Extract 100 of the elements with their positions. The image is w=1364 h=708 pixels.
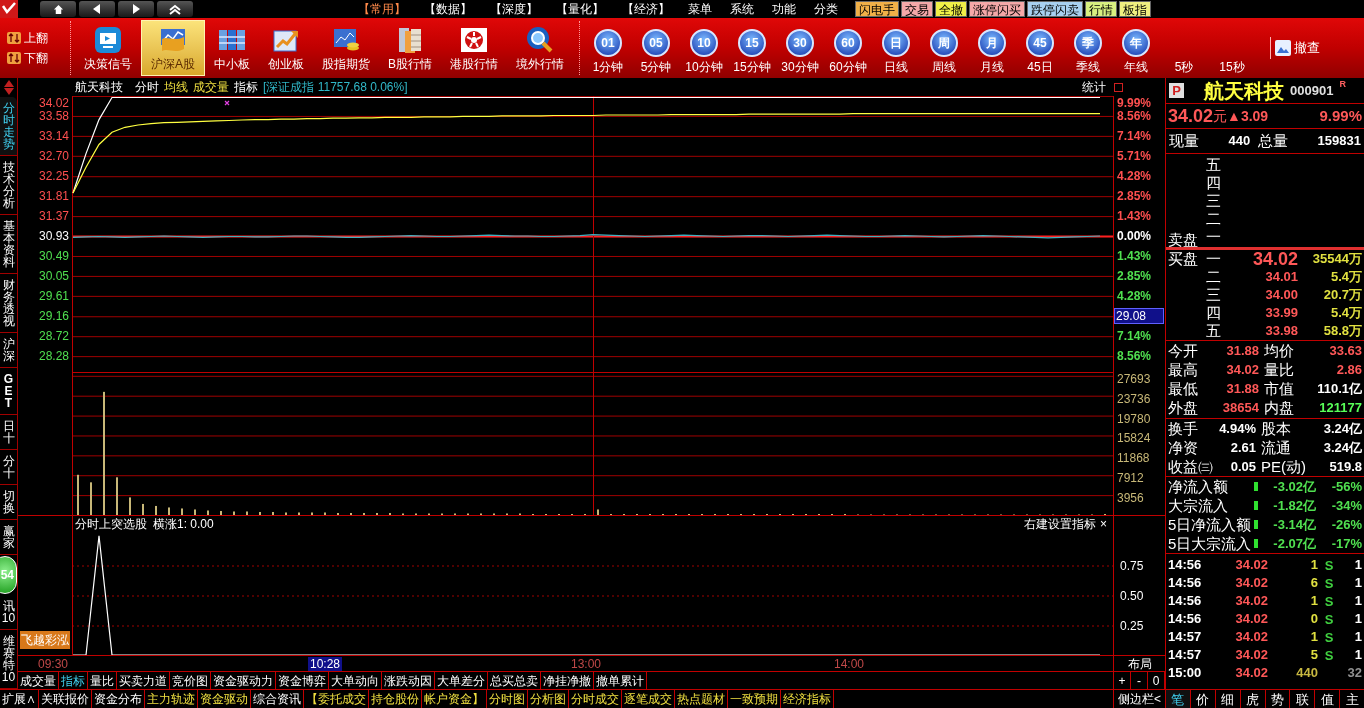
flow-percent: -26% (1331, 515, 1362, 534)
bid-price: 33.98 (1264, 322, 1298, 340)
field-label: 收益㈢ (1168, 457, 1214, 476)
trade-price: 34.02 (1234, 610, 1268, 628)
trade-count: 1 (1354, 556, 1362, 574)
ask-level: 五 (1206, 156, 1221, 174)
ask-level: 一 (1206, 228, 1221, 246)
field-label: 股本 (1261, 419, 1291, 438)
bid-price: 34.00 (1264, 286, 1298, 304)
field-value: 121177 (1319, 399, 1362, 417)
volume-axis-label: 3956 (1117, 491, 1144, 506)
indicator-axis-label: 0.25 (1120, 619, 1144, 633)
indicator-reading: 横涨1: 0.00 (153, 517, 214, 531)
field-value: 31.88 (1226, 380, 1259, 398)
price-axis-label: 32.70 (38, 148, 69, 163)
trade-volume: 440 (1295, 664, 1318, 682)
bid-level: 四 (1206, 304, 1222, 322)
field-value: 3.24亿 (1323, 419, 1362, 438)
trade-count: 1 (1354, 574, 1362, 592)
price-axis-label: 31.81 (38, 189, 69, 204)
percent-axis-label: 2.85% (1117, 189, 1152, 204)
volume-axis-label: 15824 (1117, 431, 1151, 446)
change-percent: 9.99% (1319, 105, 1362, 126)
ask-title: 卖盘 (1168, 231, 1198, 248)
price-axis-label: 31.37 (38, 209, 69, 224)
bid-level: 三 (1206, 286, 1222, 304)
trade-time: 14:56 (1168, 592, 1203, 610)
trade-time: 14:56 (1168, 610, 1203, 628)
percent-axis-label: 2.85% (1117, 268, 1152, 283)
margin-mark: R (1339, 78, 1346, 91)
volume-axis-label: 23736 (1117, 391, 1151, 406)
trade-price: 34.02 (1234, 592, 1268, 610)
legend-label: 分时 (135, 80, 159, 94)
field-label: 市值 (1264, 380, 1295, 398)
ask-level: 二 (1206, 210, 1221, 228)
percent-axis-label: 8.56% (1117, 349, 1152, 364)
bid-level: 五 (1206, 322, 1222, 340)
field-value: 2.61 (1229, 438, 1256, 457)
trade-time: 14:57 (1168, 628, 1203, 646)
trade-time: 14:57 (1168, 646, 1203, 664)
price-axis-label: 28.28 (38, 349, 69, 364)
price-axis-label: 30.05 (38, 268, 69, 283)
bid-title: 买盘 (1168, 250, 1198, 267)
stock-title: 航天科技 (1204, 79, 1284, 102)
ask-level: 三 (1206, 192, 1221, 210)
bid-volume: 58.8万 (1323, 322, 1363, 340)
trade-volume: 0 (1309, 610, 1318, 628)
bid-level: 一 (1206, 250, 1222, 268)
flow-amount: -3.14亿 (1272, 515, 1316, 534)
trade-price: 34.02 (1234, 646, 1268, 664)
trade-volume: 1 (1309, 556, 1318, 574)
bid-volume: 35544万 (1312, 250, 1363, 268)
trade-volume: 1 (1309, 628, 1318, 646)
trade-count: 1 (1354, 592, 1362, 610)
field-label: 外盘 (1168, 399, 1199, 417)
legend-label: 成交量 (193, 80, 229, 94)
percent-axis-label: 1.43% (1117, 248, 1152, 263)
percent-axis-label: 8.56% (1117, 108, 1152, 123)
flow-percent: -56% (1331, 477, 1362, 496)
flow-label: 5日净流入额 (1168, 515, 1252, 534)
flow-amount: -2.07亿 (1272, 534, 1316, 553)
bid-price: 33.99 (1264, 304, 1298, 322)
time-axis-label: 09:30 (37, 657, 70, 671)
price-axis-label: 28.72 (38, 329, 69, 344)
bid-volume: 5.4万 (1330, 304, 1363, 322)
indicator-axis-label: 0.75 (1120, 559, 1144, 573)
volume-axis-label: 19780 (1117, 411, 1151, 426)
indicator-axis-label: 0.50 (1120, 589, 1144, 603)
trade-side: S (1324, 576, 1334, 591)
flow-amount: -1.82亿 (1272, 496, 1316, 515)
percent-axis-label: 9.99% (1117, 96, 1152, 110)
flow-amount: -3.02亿 (1272, 477, 1316, 496)
trade-price: 34.02 (1234, 574, 1268, 592)
percent-axis-label: 7.14% (1117, 329, 1152, 344)
index-quote: [深证成指 11757.68 0.06%] (263, 80, 408, 94)
trade-volume: 5 (1309, 646, 1318, 664)
trade-price: 34.02 (1234, 628, 1268, 646)
trade-side: S (1324, 558, 1334, 573)
flow-percent: -34% (1331, 496, 1362, 515)
percent-axis-label: 5.71% (1117, 148, 1152, 163)
trade-side: S (1324, 612, 1334, 627)
field-label: 内盘 (1264, 399, 1295, 417)
bid-level: 二 (1206, 268, 1222, 286)
field-value: 34.02 (1226, 361, 1259, 379)
ask-level: 四 (1206, 174, 1221, 192)
price-axis-label: 29.16 (38, 309, 69, 324)
trade-count: 1 (1354, 628, 1362, 646)
trade-side: S (1324, 630, 1334, 645)
flow-percent: -17% (1331, 534, 1362, 553)
field-label: 换手 (1168, 419, 1199, 438)
stock-name: 航天科技 (75, 80, 123, 94)
percent-axis-label: 4.28% (1117, 288, 1152, 303)
field-value: 519.8 (1329, 457, 1362, 476)
field-label: 均价 (1264, 342, 1295, 360)
trade-volume: 6 (1309, 574, 1318, 592)
price-change: ▲3.09 (1227, 106, 1269, 126)
bid-volume: 5.4万 (1330, 268, 1363, 286)
trade-price: 34.02 (1234, 556, 1268, 574)
field-value: 440 (1228, 132, 1251, 150)
percent-axis-label: 7.14% (1117, 128, 1152, 143)
